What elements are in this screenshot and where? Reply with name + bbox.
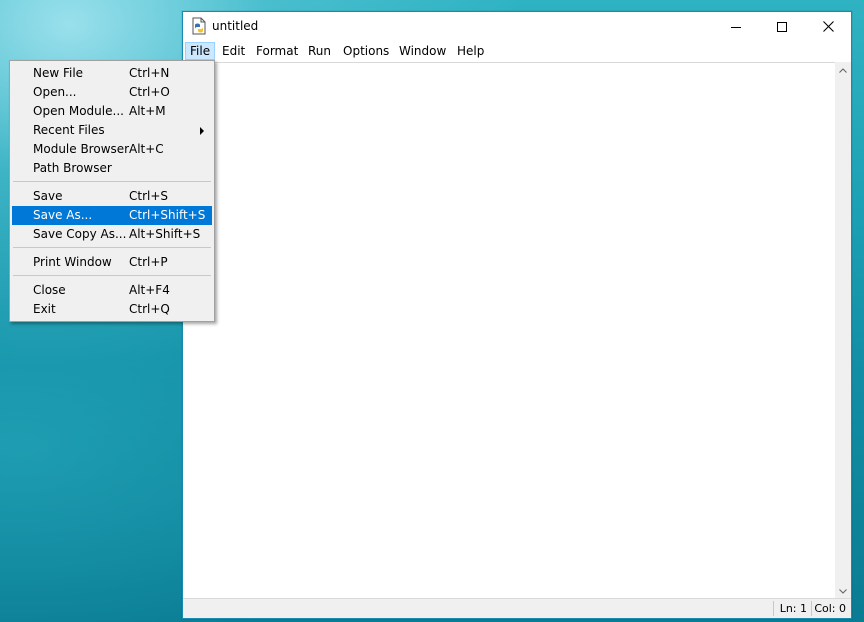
menu-item-shortcut: Alt+F4 (129, 283, 170, 297)
menu-item-label: Save Copy As... (33, 227, 127, 241)
maximize-button[interactable] (759, 12, 805, 41)
vertical-scrollbar[interactable] (835, 62, 851, 599)
close-icon (822, 21, 834, 32)
menu-item-label: Exit (33, 302, 56, 316)
menu-item-path-browser[interactable]: Path Browser (12, 159, 212, 178)
menu-item-exit[interactable]: Exit Ctrl+Q (12, 300, 212, 319)
minimize-icon (731, 26, 741, 28)
menu-item-shortcut: Alt+M (129, 104, 166, 118)
status-bar: Ln: 1 Col: 0 (183, 598, 851, 618)
menu-item-label: Save As... (33, 208, 93, 222)
menu-item-module-browser[interactable]: Module Browser Alt+C (12, 140, 212, 159)
menu-run[interactable]: Run (304, 42, 335, 60)
chevron-down-icon (839, 588, 847, 594)
menu-item-label: Open... (33, 85, 77, 99)
menu-edit[interactable]: Edit (218, 42, 249, 60)
title-bar[interactable]: untitled (183, 12, 851, 41)
idle-editor-window: untitled File Edit Format Run Options Wi… (182, 11, 852, 619)
menu-separator (13, 247, 211, 248)
menu-item-label: Close (33, 283, 66, 297)
menu-item-label: Open Module... (33, 104, 124, 118)
menu-options[interactable]: Options (339, 42, 393, 60)
status-separator (811, 601, 812, 616)
status-separator (773, 601, 774, 616)
status-line: Ln: 1 (779, 602, 807, 615)
text-editor-area[interactable] (184, 62, 835, 599)
file-menu-dropdown: New File Ctrl+N Open... Ctrl+O Open Modu… (9, 60, 215, 322)
menu-item-label: Save (33, 189, 63, 203)
menu-item-open-module[interactable]: Open Module... Alt+M (12, 102, 212, 121)
close-button[interactable] (805, 12, 851, 41)
menu-separator (13, 275, 211, 276)
menu-file[interactable]: File (185, 42, 216, 60)
menu-item-recent-files[interactable]: Recent Files (12, 121, 212, 140)
menu-format[interactable]: Format (252, 42, 302, 60)
menu-item-new-file[interactable]: New File Ctrl+N (12, 64, 212, 83)
menu-item-label: Print Window (33, 255, 112, 269)
maximize-icon (777, 21, 787, 32)
menu-help[interactable]: Help (453, 42, 488, 60)
menu-item-label: Recent Files (33, 123, 105, 137)
menu-item-shortcut: Ctrl+P (129, 255, 168, 269)
menu-item-label: New File (33, 66, 84, 80)
menu-item-shortcut: Ctrl+Q (129, 302, 170, 316)
menu-separator (13, 181, 211, 182)
menu-item-shortcut: Alt+C (129, 142, 164, 156)
python-idle-icon (191, 17, 207, 35)
window-title: untitled (212, 19, 259, 33)
menu-item-close[interactable]: Close Alt+F4 (12, 281, 212, 300)
menu-item-print-window[interactable]: Print Window Ctrl+P (12, 253, 212, 272)
menu-item-shortcut: Ctrl+Shift+S (129, 208, 206, 222)
menu-bar: File Edit Format Run Options Window Help (183, 41, 851, 61)
submenu-arrow-icon (200, 127, 204, 135)
menu-item-open[interactable]: Open... Ctrl+O (12, 83, 212, 102)
minimize-button[interactable] (713, 12, 759, 41)
menu-item-label: Path Browser (33, 161, 112, 175)
status-column: Col: 0 (814, 602, 846, 615)
scroll-up-button[interactable] (835, 62, 851, 78)
menu-item-shortcut: Ctrl+O (129, 85, 170, 99)
menu-item-save-copy-as[interactable]: Save Copy As... Alt+Shift+S (12, 225, 212, 244)
scroll-down-button[interactable] (835, 583, 851, 599)
menu-item-shortcut: Alt+Shift+S (129, 227, 201, 241)
chevron-up-icon (839, 67, 847, 73)
menu-item-shortcut: Ctrl+N (129, 66, 170, 80)
menu-item-save-as[interactable]: Save As... Ctrl+Shift+S (12, 206, 212, 225)
menu-item-shortcut: Ctrl+S (129, 189, 169, 203)
menu-window[interactable]: Window (395, 42, 450, 60)
menu-item-label: Module Browser (33, 142, 130, 156)
menu-item-save[interactable]: Save Ctrl+S (12, 187, 212, 206)
